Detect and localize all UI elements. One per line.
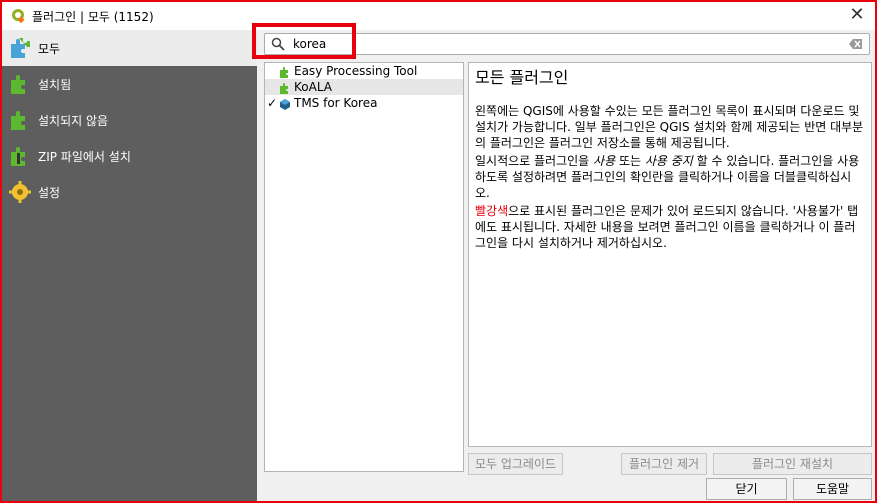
- checkmark-icon[interactable]: ✓: [267, 95, 277, 111]
- sidebar-item-label: 모두: [38, 42, 61, 56]
- plugin-name: KoALA: [294, 80, 332, 94]
- clear-search-icon[interactable]: [849, 38, 863, 50]
- plugin-name: TMS for Korea: [294, 96, 378, 110]
- reinstall-plugin-button[interactable]: 플러그인 재설치: [713, 453, 872, 475]
- sidebar-item-not-installed[interactable]: 설치되지 않음: [2, 102, 257, 138]
- plugin-row-tms-for-korea[interactable]: ✓ TMS for Korea: [265, 95, 463, 111]
- enable-word: 사용: [593, 154, 616, 168]
- sidebar-item-label: 설치되지 않음: [38, 114, 109, 128]
- settings-gear-icon: [9, 181, 31, 203]
- qgis-logo-icon: [12, 9, 25, 24]
- disable-word: 사용 중지: [644, 154, 693, 168]
- sidebar-item-label: ZIP 파일에서 설치: [38, 150, 131, 164]
- title-bar: 플러그인 | 모두 (1152) ✕: [2, 2, 875, 30]
- upgrade-all-button[interactable]: 모두 업그레이드: [468, 453, 563, 475]
- puzzle-not-installed-icon: [11, 111, 25, 130]
- help-button[interactable]: 도움말: [793, 478, 872, 500]
- red-word: 빨강색: [475, 204, 509, 218]
- close-button[interactable]: 닫기: [706, 478, 787, 500]
- plugin-list[interactable]: Easy Processing Tool KoALA ✓ TMS for Kor…: [264, 62, 464, 472]
- puzzle-icon: [280, 67, 288, 78]
- plugin-details-panel: 모든 플러그인 왼쪽에는 QGIS에 사용할 수있는 모든 플러그인 목록이 표…: [468, 62, 872, 447]
- details-paragraph-3: 빨강색으로 표시된 플러그인은 문제가 있어 로드되지 않습니다. '사용불가'…: [475, 204, 859, 250]
- details-paragraph-1: 왼쪽에는 QGIS에 사용할 수있는 모든 플러그인 목록이 표시되며 다운로드…: [475, 104, 864, 150]
- zip-install-icon: [11, 147, 25, 166]
- sidebar-item-all[interactable]: 모두: [2, 30, 257, 66]
- plugin-3d-icon: [280, 99, 290, 110]
- sidebar-item-label: 설치됨: [38, 78, 72, 92]
- puzzle-icon: [280, 83, 288, 94]
- plugin-name: Easy Processing Tool: [294, 64, 418, 78]
- sidebar: 모두 설치됨 설치되지 않음 ZIP 파일에서 설치 설정: [2, 30, 257, 501]
- search-value: korea: [293, 37, 327, 51]
- puzzle-installed-icon: [11, 75, 25, 94]
- window-title: 플러그인 | 모두 (1152): [32, 10, 154, 24]
- sidebar-item-installed[interactable]: 설치됨: [2, 66, 257, 102]
- search-input[interactable]: korea: [264, 33, 870, 55]
- sidebar-item-zip[interactable]: ZIP 파일에서 설치: [2, 138, 257, 174]
- uninstall-plugin-button[interactable]: 플러그인 제거: [621, 453, 707, 475]
- plugin-row-easy-processing-tool[interactable]: Easy Processing Tool: [265, 63, 463, 79]
- details-paragraph-2: 일시적으로 플러그인을 사용 또는 사용 중지 할 수 있습니다. 플러그인을 …: [475, 154, 860, 200]
- puzzle-all-icon: [11, 38, 30, 58]
- search-icon: [271, 37, 285, 51]
- details-title: 모든 플러그인: [475, 68, 569, 87]
- sidebar-item-label: 설정: [38, 186, 61, 200]
- close-icon[interactable]: ✕: [847, 5, 867, 25]
- plugin-row-koala[interactable]: KoALA: [265, 79, 463, 95]
- sidebar-item-settings[interactable]: 설정: [2, 174, 257, 210]
